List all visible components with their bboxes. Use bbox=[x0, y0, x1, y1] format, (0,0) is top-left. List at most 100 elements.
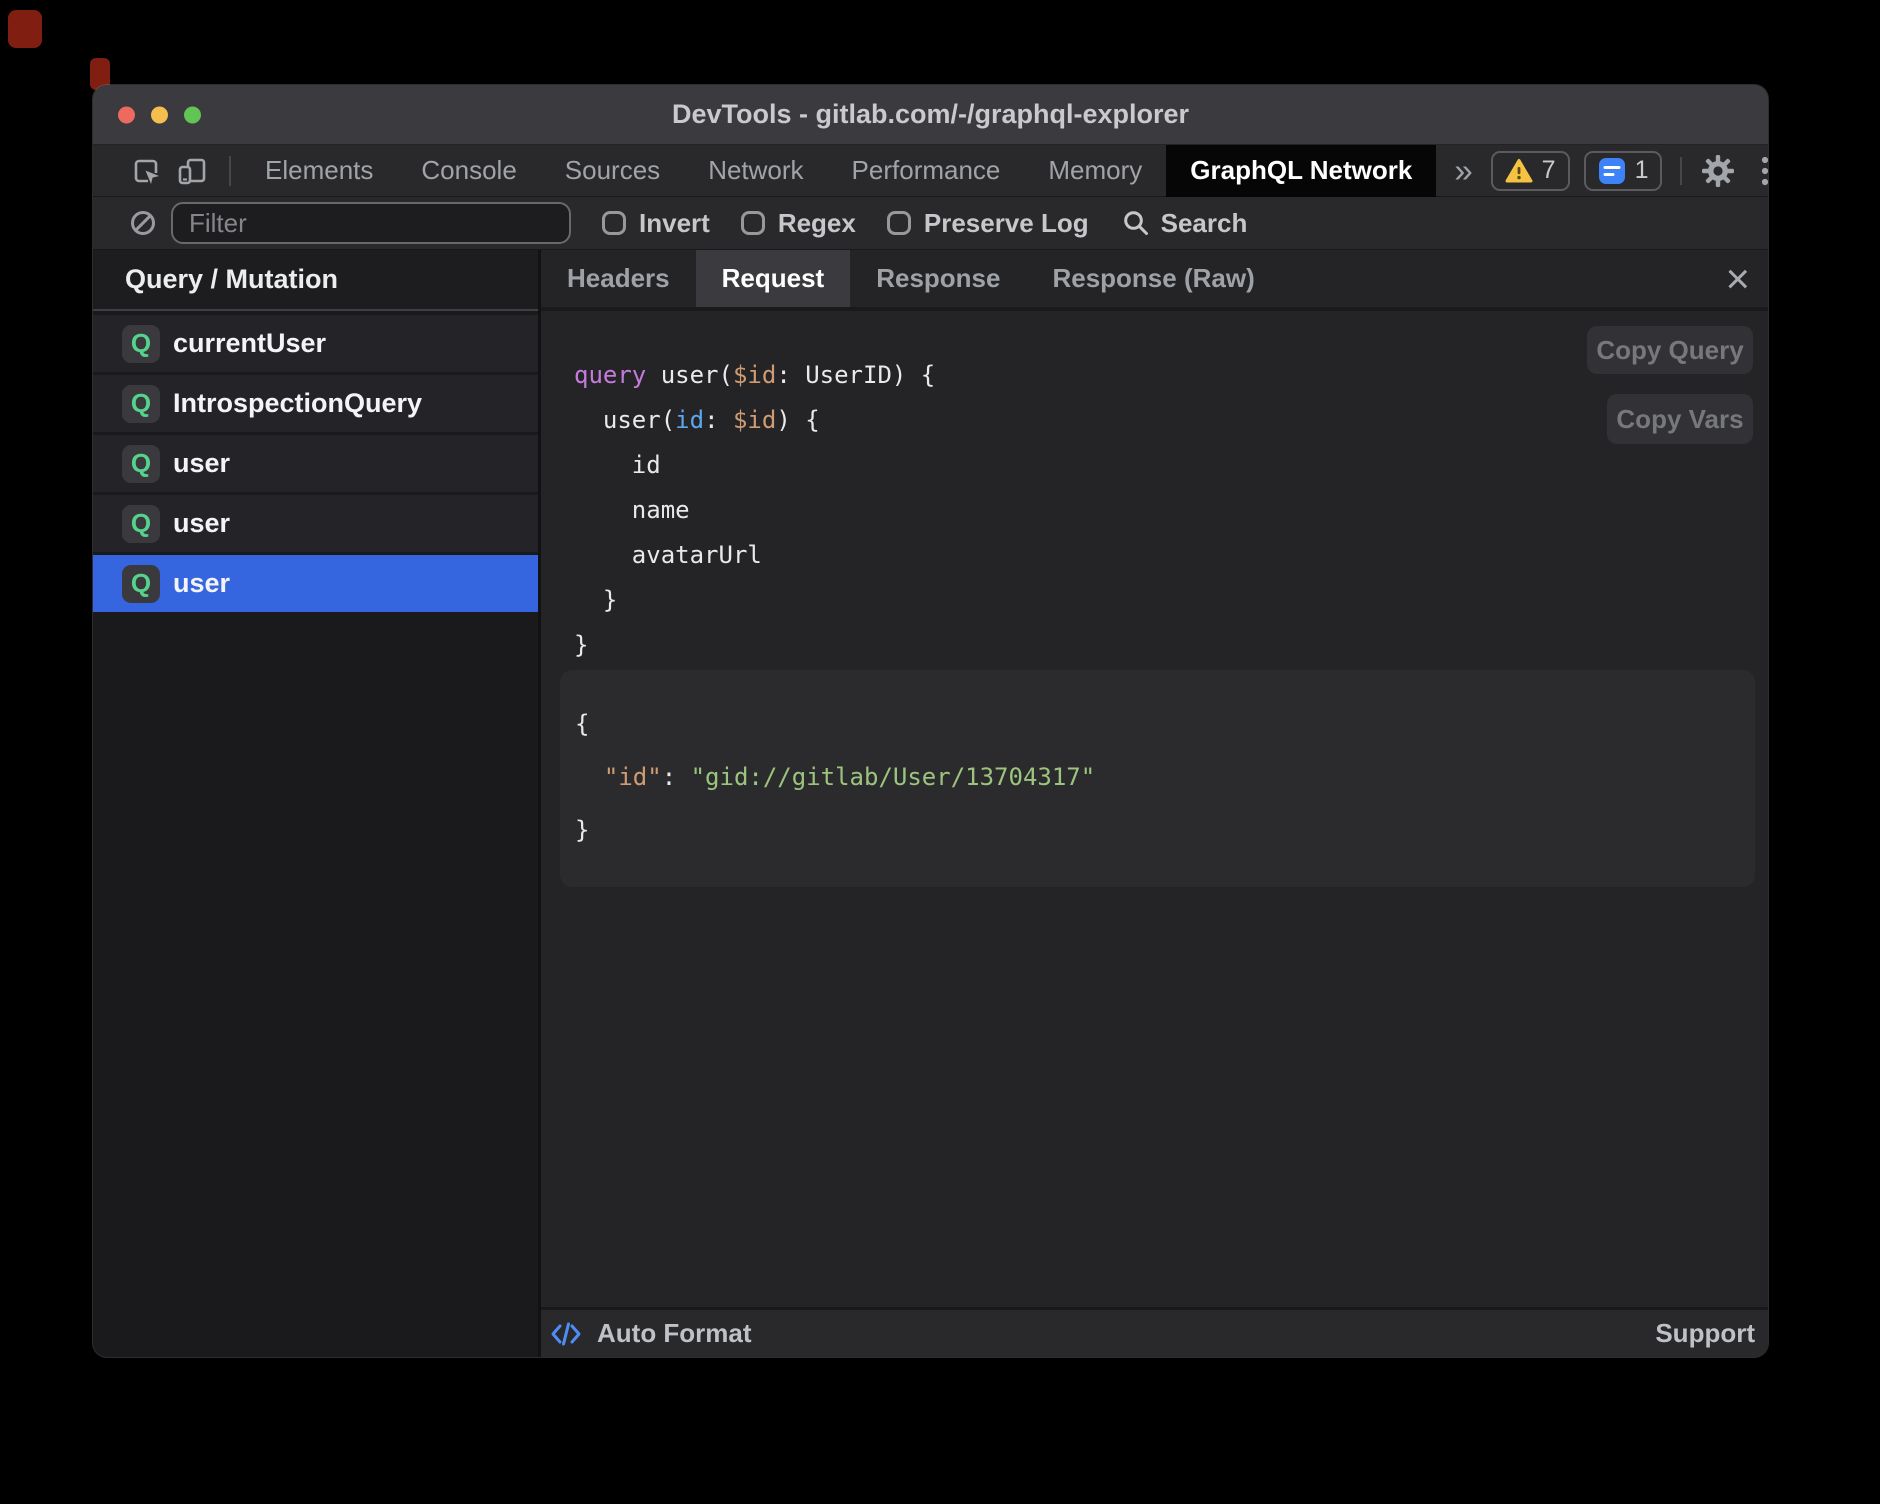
query-type-badge: Q bbox=[122, 385, 160, 423]
message-icon bbox=[1598, 157, 1626, 185]
content: Query / Mutation Q currentUser Q Introsp… bbox=[93, 250, 1768, 1357]
list-item-user-1[interactable]: Q user bbox=[93, 435, 538, 492]
regex-label: Regex bbox=[778, 208, 856, 239]
window-title: DevTools - gitlab.com/-/graphql-explorer bbox=[672, 99, 1189, 130]
code-token: : UserID) { bbox=[776, 361, 935, 389]
code-line: } bbox=[574, 623, 1768, 668]
clear-block-icon[interactable] bbox=[129, 209, 157, 237]
code-token: "gid://gitlab/User/13704317" bbox=[691, 763, 1096, 791]
list-item-introspectionQuery[interactable]: Q IntrospectionQuery bbox=[93, 375, 538, 432]
tab-memory[interactable]: Memory bbox=[1024, 145, 1166, 197]
code-line: "id": "gid://gitlab/User/13704317" bbox=[575, 751, 1735, 804]
background-artifact bbox=[8, 10, 42, 48]
filter-toolbar: Invert Regex Preserve Log Search bbox=[93, 197, 1768, 250]
code-token: avatarUrl bbox=[574, 541, 762, 569]
warning-count: 7 bbox=[1542, 156, 1556, 185]
code-token: $id bbox=[733, 361, 776, 389]
code-line: user(id: $id) { bbox=[574, 398, 1768, 443]
query-type-badge: Q bbox=[122, 505, 160, 543]
tab-sources[interactable]: Sources bbox=[541, 145, 684, 197]
main-toolbar: Elements Console Sources Network Perform… bbox=[93, 145, 1768, 197]
tab-headers[interactable]: Headers bbox=[541, 250, 696, 307]
list-item-user-3-selected[interactable]: Q user bbox=[93, 555, 538, 612]
code-token: } bbox=[574, 631, 588, 659]
copy-query-button[interactable]: Copy Query bbox=[1587, 326, 1753, 374]
tab-network[interactable]: Network bbox=[684, 145, 827, 197]
code-token: } bbox=[575, 816, 589, 844]
search-toggle[interactable]: Search bbox=[1122, 208, 1248, 239]
search-icon bbox=[1122, 209, 1150, 237]
regex-checkbox[interactable] bbox=[741, 211, 765, 235]
preserve-log-group: Preserve Log bbox=[887, 208, 1089, 239]
code-line: id bbox=[574, 443, 1768, 488]
list-item-label: user bbox=[173, 568, 230, 599]
tab-response-raw[interactable]: Response (Raw) bbox=[1026, 250, 1280, 307]
close-window-button[interactable] bbox=[118, 106, 135, 123]
footer-bar: Auto Format Support bbox=[541, 1307, 1768, 1357]
code-token bbox=[575, 763, 604, 791]
variables-panel: { "id": "gid://gitlab/User/13704317" } bbox=[560, 670, 1755, 887]
tab-response[interactable]: Response bbox=[850, 250, 1026, 307]
request-code: query user( $id: UserID) { user(id: $id) … bbox=[574, 353, 1768, 668]
support-link[interactable]: Support bbox=[1655, 1318, 1755, 1349]
code-token: query bbox=[574, 361, 646, 389]
copy-vars-button[interactable]: Copy Vars bbox=[1607, 394, 1753, 444]
code-token: "id" bbox=[604, 763, 662, 791]
tab-console[interactable]: Console bbox=[397, 145, 540, 197]
detail-pane: Headers Request Response Response (Raw) … bbox=[541, 250, 1768, 1357]
search-label: Search bbox=[1161, 208, 1248, 239]
toolbar-right-group: 7 1 bbox=[1491, 151, 1768, 191]
code-token: id bbox=[675, 406, 704, 434]
invert-label: Invert bbox=[639, 208, 710, 239]
sidebar-header: Query / Mutation bbox=[93, 250, 538, 311]
inspect-element-icon[interactable] bbox=[131, 156, 161, 186]
invert-checkbox[interactable] bbox=[602, 211, 626, 235]
code-token: : bbox=[704, 406, 733, 434]
request-panel: query user( $id: UserID) { user(id: $id) … bbox=[541, 311, 1768, 1307]
filter-input[interactable] bbox=[171, 202, 571, 244]
code-token: { bbox=[575, 710, 589, 738]
minimize-window-button[interactable] bbox=[151, 106, 168, 123]
tab-request[interactable]: Request bbox=[696, 250, 851, 307]
tab-performance[interactable]: Performance bbox=[828, 145, 1025, 197]
code-token: name bbox=[574, 496, 690, 524]
code-token: } bbox=[574, 586, 617, 614]
code-token: $id bbox=[733, 406, 776, 434]
more-tabs-chevron[interactable]: » bbox=[1436, 152, 1490, 190]
screen: DevTools - gitlab.com/-/graphql-explorer… bbox=[0, 0, 1880, 1504]
code-token: ) { bbox=[776, 406, 819, 434]
list-item-currentUser[interactable]: Q currentUser bbox=[93, 315, 538, 372]
code-token: id bbox=[574, 451, 661, 479]
regex-filter-group: Regex bbox=[741, 208, 856, 239]
warnings-badge[interactable]: 7 bbox=[1491, 151, 1570, 191]
invert-filter-group: Invert bbox=[602, 208, 710, 239]
traffic-lights bbox=[118, 106, 201, 123]
list-item-label: IntrospectionQuery bbox=[173, 388, 422, 419]
list-item-user-2[interactable]: Q user bbox=[93, 495, 538, 552]
devtools-window: DevTools - gitlab.com/-/graphql-explorer… bbox=[93, 85, 1768, 1357]
list-item-label: user bbox=[173, 448, 230, 479]
tab-elements[interactable]: Elements bbox=[241, 145, 397, 197]
list-item-label: user bbox=[173, 508, 230, 539]
list-item-label: currentUser bbox=[173, 328, 326, 359]
toolbar-divider bbox=[1680, 157, 1682, 185]
auto-format-icon[interactable] bbox=[549, 1319, 583, 1349]
code-line: { bbox=[575, 698, 1735, 751]
code-token: : bbox=[662, 763, 691, 791]
requests-list: Q currentUser Q IntrospectionQuery Q use… bbox=[93, 311, 538, 1357]
code-token: user( bbox=[574, 406, 675, 434]
warning-icon bbox=[1505, 158, 1533, 184]
device-toolbar-icon[interactable] bbox=[177, 156, 209, 186]
zoom-window-button[interactable] bbox=[184, 106, 201, 123]
code-line: } bbox=[575, 804, 1735, 857]
code-line: } bbox=[574, 578, 1768, 623]
settings-gear-icon[interactable] bbox=[1700, 153, 1736, 189]
auto-format-label[interactable]: Auto Format bbox=[597, 1318, 752, 1349]
issues-badge[interactable]: 1 bbox=[1584, 151, 1663, 191]
tab-graphql-network[interactable]: GraphQL Network bbox=[1166, 145, 1436, 197]
query-type-badge: Q bbox=[122, 445, 160, 483]
kebab-menu-icon[interactable] bbox=[1760, 154, 1768, 188]
toolbar-divider bbox=[229, 156, 231, 186]
close-detail-icon[interactable]: × bbox=[1725, 258, 1750, 300]
preserve-log-checkbox[interactable] bbox=[887, 211, 911, 235]
